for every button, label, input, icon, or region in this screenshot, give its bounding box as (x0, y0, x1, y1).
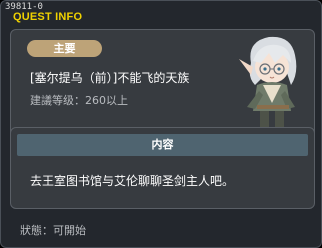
content-text: 去王室图书馆与艾伦聊聊圣剑主人吧。 (30, 174, 235, 188)
quest-summary-panel: 主要 [塞尔提乌（前）]不能飞的天族 建議等级：260以上 (10, 29, 315, 141)
quest-content-panel: 内容 去王室图书馆与艾伦聊聊圣剑主人吧。 (10, 127, 315, 209)
quest-info-window: 39811-0 QUEST INFO 主要 [塞尔提乌（前）]不能飞的天族 建議… (0, 0, 322, 248)
quest-type-badge: 主要 (27, 40, 102, 57)
quest-title: [塞尔提乌（前）]不能飞的天族 (30, 71, 190, 85)
content-header: 内容 (17, 134, 308, 156)
npc-portrait-icon (239, 36, 297, 135)
quest-status: 狀態：可開始 (20, 224, 86, 237)
window-title: QUEST INFO (13, 11, 83, 23)
recommended-level: 建議等级：260以上 (30, 94, 128, 107)
